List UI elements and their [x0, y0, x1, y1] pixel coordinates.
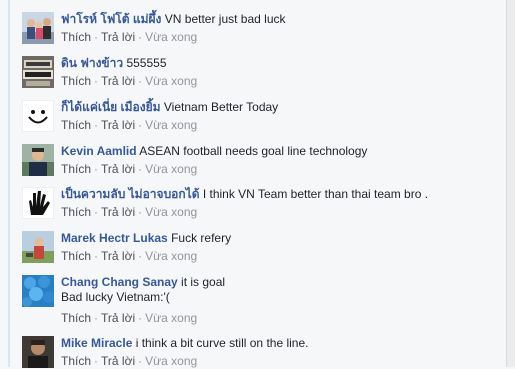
separator-dot: ·: [94, 162, 99, 176]
separator-dot: ·: [94, 74, 99, 88]
separator-dot: ·: [138, 249, 143, 263]
comment-text: 555555: [126, 56, 167, 70]
comment-author-link[interactable]: Chang Chang Sanay: [61, 275, 178, 289]
comment-actions: Thích · Trả lời · Vừa xong: [61, 249, 501, 264]
reply-link[interactable]: Trả lời: [101, 118, 135, 132]
comment-text-line: Kevin Aamlid ASEAN football needs goal l…: [61, 144, 501, 159]
comment-timestamp[interactable]: Vừa xong: [145, 205, 197, 219]
comment-actions: Thích · Trả lời · Vừa xong: [61, 30, 501, 45]
comment-actions: Thích · Trả lời · Vừa xong: [61, 311, 501, 326]
comment-timestamp[interactable]: Vừa xong: [145, 311, 197, 325]
separator-dot: ·: [94, 249, 99, 263]
reply-link[interactable]: Trả lời: [101, 162, 135, 176]
comment-author-link[interactable]: Mike Miracle: [61, 336, 132, 350]
separator-dot: ·: [94, 205, 99, 219]
comment-actions: Thích · Trả lời · Vừa xong: [61, 162, 501, 177]
separator-dot: ·: [138, 74, 143, 88]
reply-link[interactable]: Trả lời: [101, 311, 135, 325]
separator-dot: ·: [138, 30, 143, 44]
comment-text: it is goal: [181, 275, 226, 289]
comment-text: i think a bit curve still on the line.: [135, 336, 309, 350]
separator-dot: ·: [138, 354, 143, 368]
separator-dot: ·: [138, 205, 143, 219]
separator-dot: ·: [138, 162, 143, 176]
reply-link[interactable]: Trả lời: [101, 205, 135, 219]
comment-timestamp[interactable]: Vừa xong: [145, 249, 197, 263]
like-link[interactable]: Thích: [61, 74, 91, 88]
comment-author-link[interactable]: Marek Hectr Lukas: [61, 231, 168, 245]
comment-timestamp[interactable]: Vừa xong: [145, 162, 197, 176]
like-link[interactable]: Thích: [61, 205, 91, 219]
sign-photo-avatar[interactable]: [22, 56, 54, 88]
vertical-scrollbar[interactable]: [506, 0, 515, 367]
like-link[interactable]: Thích: [61, 30, 91, 44]
like-link[interactable]: Thích: [61, 311, 91, 325]
comment-text: ASEAN football needs goal line technolog…: [139, 144, 368, 158]
comment-text-line: เป็นความลับ ไม่อาจบอกได้ I think VN Team…: [61, 187, 501, 202]
separator-dot: ·: [94, 30, 99, 44]
comments-panel: ฟาโรห์ โฟโต้ แม่ผึ้ง VN better just bad …: [0, 0, 508, 368]
comment-actions: Thích · Trả lời · Vừa xong: [61, 118, 501, 133]
separator-dot: ·: [94, 311, 99, 325]
comment-timestamp[interactable]: Vừa xong: [145, 118, 197, 132]
comment-thread-rail: [8, 0, 10, 367]
separator-dot: ·: [138, 311, 143, 325]
reply-link[interactable]: Trả lời: [101, 30, 135, 44]
man-portrait-avatar[interactable]: [22, 144, 54, 176]
comment-timestamp[interactable]: Vừa xong: [145, 74, 197, 88]
like-link[interactable]: Thích: [61, 354, 91, 368]
separator-dot: ·: [94, 354, 99, 368]
like-link[interactable]: Thích: [61, 118, 91, 132]
comment-author-link[interactable]: ดิน ฟางข้าว: [61, 56, 123, 70]
comment-actions: Thích · Trả lời · Vừa xong: [61, 74, 501, 89]
reply-link[interactable]: Trả lời: [101, 74, 135, 88]
hand-drawing-avatar[interactable]: [22, 187, 54, 219]
reply-link[interactable]: Trả lời: [101, 249, 135, 263]
comment-author-link[interactable]: Kevin Aamlid: [61, 144, 137, 158]
reply-link[interactable]: Trả lời: [101, 354, 135, 368]
comment-text-line: Marek Hectr Lukas Fuck refery: [61, 231, 501, 246]
person-outdoor-avatar[interactable]: [22, 231, 54, 263]
dark-portrait-avatar[interactable]: [22, 336, 54, 368]
comment-author-link[interactable]: ก็ได้แค่เนี่ย เมืองยิ้ม: [61, 100, 161, 114]
separator-dot: ·: [94, 118, 99, 132]
comment-text-line: Mike Miracle i think a bit curve still o…: [61, 336, 501, 351]
like-link[interactable]: Thích: [61, 162, 91, 176]
comment-text-line-2: Bad lucky Vietnam:'(: [61, 290, 170, 304]
comment-author-link[interactable]: ฟาโรห์ โฟโต้ แม่ผึ้ง: [61, 12, 161, 26]
blue-balls-avatar[interactable]: [22, 275, 54, 307]
comment-author-link[interactable]: เป็นความลับ ไม่อาจบอกได้: [61, 187, 199, 201]
comment-text-line: ฟาโรห์ โฟโต้ แม่ผึ้ง VN better just bad …: [61, 12, 501, 27]
comment-text: Vietnam Better Today: [163, 100, 279, 114]
comment-text: I think VN Team better than thai team br…: [202, 187, 429, 201]
family-photo-avatar[interactable]: [22, 12, 54, 44]
comment-text-line: ดิน ฟางข้าว 555555: [61, 56, 501, 71]
comment-text: VN better just bad luck: [164, 12, 286, 26]
comment-timestamp[interactable]: Vừa xong: [145, 354, 197, 368]
comment-actions: Thích · Trả lời · Vừa xong: [61, 205, 501, 220]
smiley-face-avatar[interactable]: [22, 100, 54, 132]
like-link[interactable]: Thích: [61, 249, 91, 263]
separator-dot: ·: [138, 118, 143, 132]
comment-text-line: Chang Chang Sanay it is goal: [61, 275, 501, 290]
comment-text: Fuck refery: [171, 231, 232, 245]
comment-text-line: ก็ได้แค่เนี่ย เมืองยิ้ม Vietnam Better T…: [61, 100, 501, 115]
comment-timestamp[interactable]: Vừa xong: [145, 30, 197, 44]
